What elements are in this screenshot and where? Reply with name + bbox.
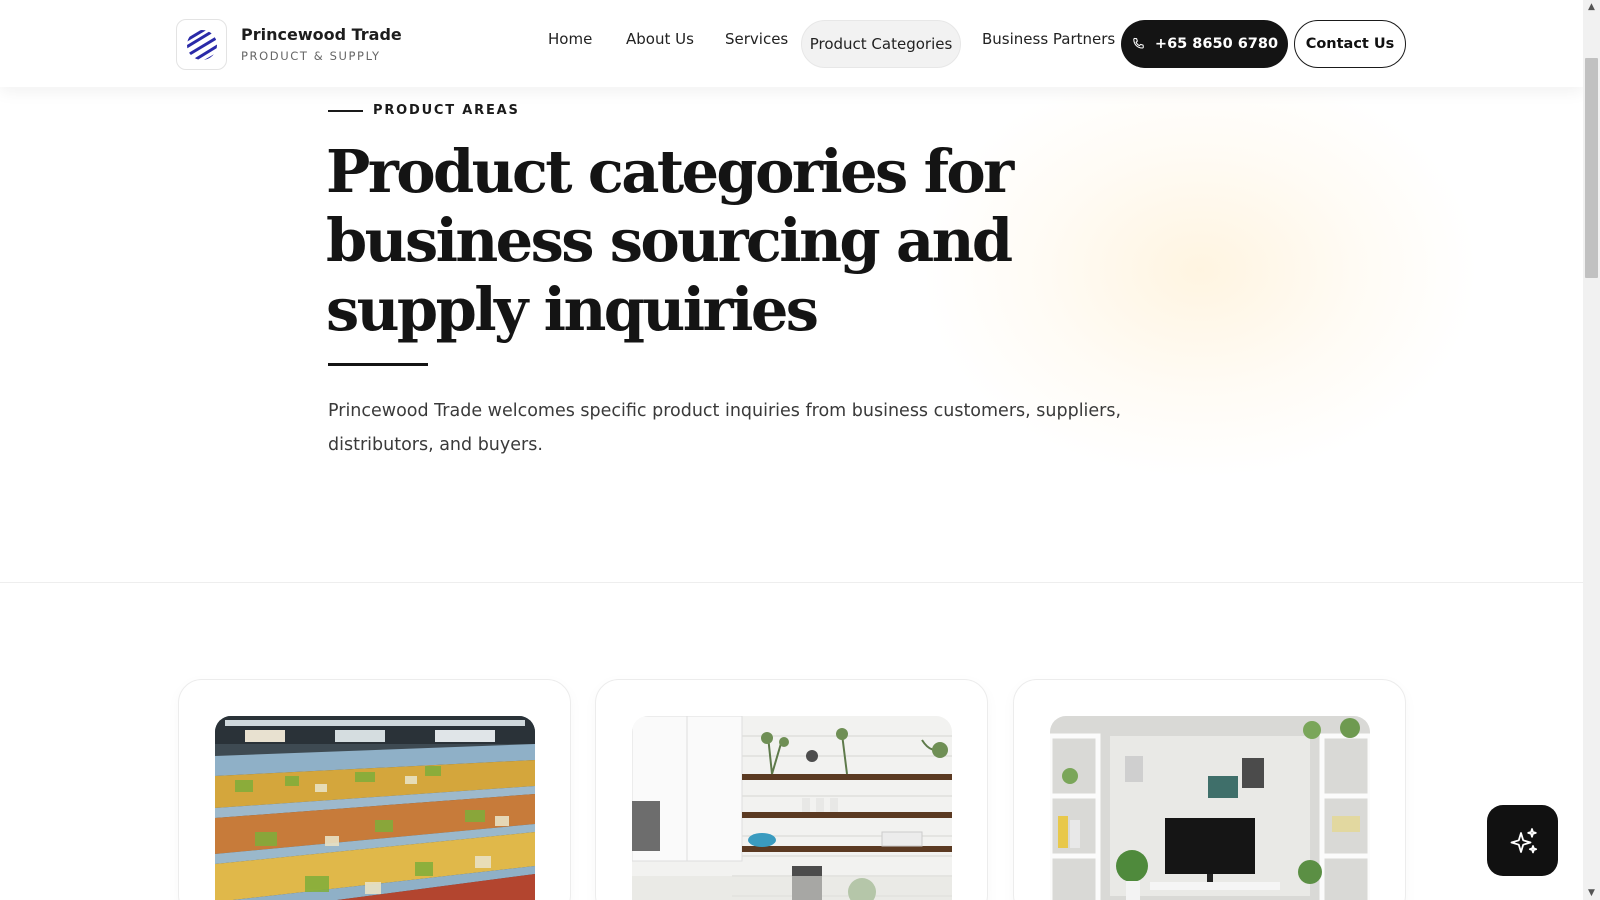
title-line-3: supply inquiries [326,275,819,344]
striped-globe-icon [186,29,217,60]
brand-name[interactable]: Princewood Trade [241,25,402,44]
scroll-up-arrow-icon[interactable]: ▲ [1583,0,1600,14]
page-scrollbar[interactable]: ▲ ▼ [1583,0,1600,900]
brand-logo[interactable] [176,19,227,70]
nav-about-us[interactable]: About Us [626,30,694,48]
kitchen-shelves-photo [632,716,952,900]
scroll-down-arrow-icon[interactable]: ▼ [1583,886,1600,900]
nav-product-categories[interactable]: Product Categories [801,20,961,68]
site-header: Princewood Trade PRODUCT & SUPPLY Home A… [0,0,1583,87]
nav-services[interactable]: Services [725,30,788,48]
category-card[interactable] [1013,679,1406,900]
category-card[interactable] [595,679,988,900]
section-divider [0,582,1583,583]
eyebrow-line [328,110,363,112]
scrollbar-thumb[interactable] [1585,58,1598,278]
category-card[interactable] [178,679,571,900]
hero-description: Princewood Trade welcomes specific produ… [328,401,1122,455]
ai-assistant-button[interactable] [1487,805,1558,876]
nav-home[interactable]: Home [548,30,592,48]
home-office-tv-photo [1050,716,1370,900]
title-line-2: business sourcing and [326,206,1013,275]
phone-icon [1133,37,1144,49]
sparkles-icon [1510,827,1537,853]
page-title: Product categories for business sourcing… [326,137,1086,344]
phone-button[interactable]: +65 8650 6780 [1121,20,1288,68]
brand-tagline: PRODUCT & SUPPLY [241,49,381,63]
eyebrow-label: PRODUCT AREAS [373,103,520,118]
supermarket-aisle-photo [215,716,535,900]
phone-number: +65 8650 6780 [1154,36,1279,52]
title-line-1: Product categories for [326,137,1014,206]
title-underline [328,363,428,366]
contact-us-button[interactable]: Contact Us [1294,20,1406,68]
nav-business-partners[interactable]: Business Partners [982,30,1115,48]
